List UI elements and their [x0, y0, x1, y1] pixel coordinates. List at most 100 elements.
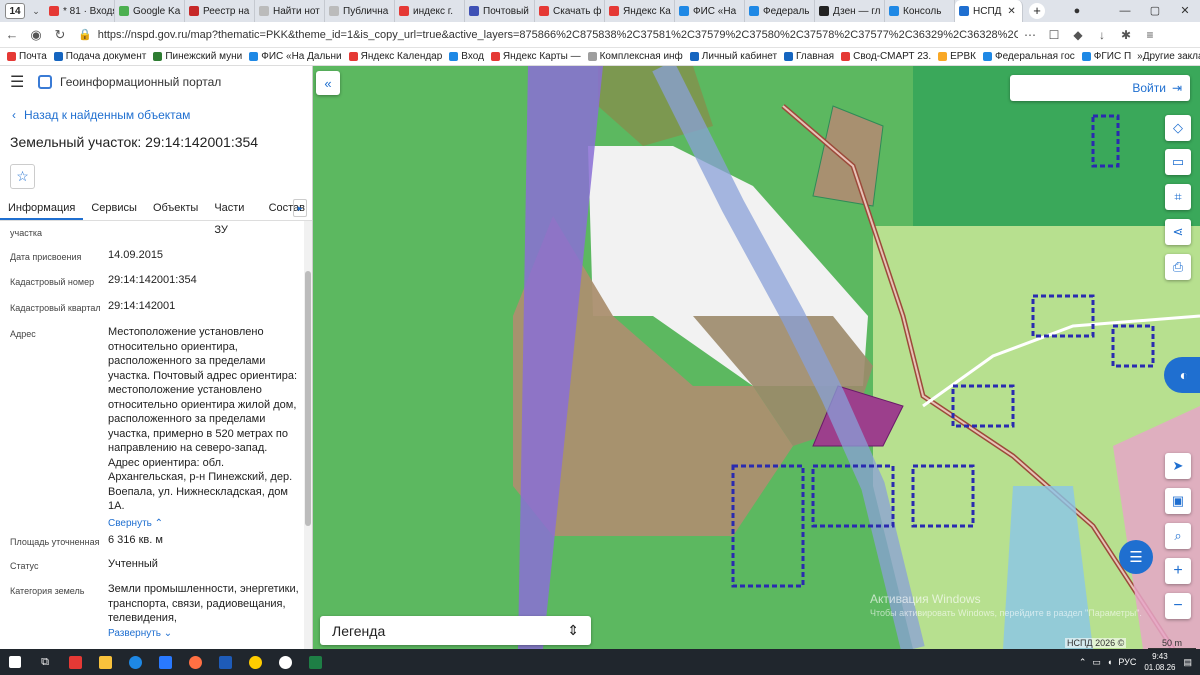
bookmark-item[interactable]: Подача документ [53, 51, 146, 62]
zoom-out-button[interactable]: − [1165, 593, 1191, 619]
tab-active[interactable]: НСПД ✕ [955, 0, 1023, 22]
maximize-icon[interactable]: ▢ [1140, 0, 1170, 22]
search-location-icon[interactable]: ⌕ [1165, 523, 1191, 549]
login-button[interactable]: Войти ⇥ [1010, 75, 1190, 101]
reload-icon[interactable]: ↻ [48, 27, 72, 43]
browser-tab[interactable]: Консоль [885, 0, 955, 22]
bookmark-item[interactable]: Яндекс Календар [348, 51, 442, 62]
portal-logo-icon [38, 75, 52, 89]
tray-chevron-icon[interactable]: ⌃ [1079, 657, 1087, 668]
browser-tab-bar: 14 ⌄ * 81 · Входя Google Ka Реестр на Найти… [0, 0, 1200, 22]
extension-icon[interactable]: ◆ [1066, 28, 1090, 42]
attribute-value: Земли промышленности, энергетики, трансп… [108, 582, 300, 641]
tab-list-chevron-icon[interactable]: ⌄ [27, 6, 45, 17]
bookmark-item[interactable]: ЕРВК [938, 51, 976, 62]
edge-icon[interactable] [120, 649, 150, 675]
windows-activation-title: Активация Windows [870, 592, 981, 606]
url-field[interactable]: 🔒 https://nspd.gov.ru/map?thematic=PKK&t… [78, 25, 1018, 45]
task-view-icon[interactable]: ⧉ [30, 649, 60, 675]
tabs-next-icon[interactable]: ▸ [293, 199, 307, 217]
browser-tab[interactable]: * 81 · Входя [45, 0, 115, 22]
bookmark-icon[interactable]: ☐ [1042, 28, 1066, 42]
start-icon[interactable] [0, 649, 30, 675]
back-to-results-link[interactable]: ‹ Назад к найденным объектам [12, 108, 312, 122]
menu-icon[interactable]: ≡ [1138, 28, 1162, 42]
bookmark-label: Федеральная гос [994, 51, 1075, 62]
collapse-link[interactable]: Свернуть ⌃ [108, 517, 300, 532]
browser-tab[interactable]: Яндекс Ка [605, 0, 675, 22]
bookmark-item[interactable]: Главная [784, 51, 834, 62]
browser-tab[interactable]: индекс г. [395, 0, 465, 22]
back-icon[interactable]: ← [0, 27, 24, 42]
print-icon[interactable]: ⎙ [1165, 254, 1191, 280]
notifications-icon[interactable]: ▤ [1183, 657, 1192, 668]
bookmark-item[interactable]: Пинежский муни [153, 51, 242, 62]
panel-scrollbar[interactable] [304, 221, 312, 649]
other-bookmarks[interactable]: Другие закладки [1143, 51, 1200, 62]
word-icon[interactable] [210, 649, 240, 675]
favorite-star-button[interactable]: ☆ [10, 164, 35, 189]
browser-tab[interactable]: Реестр на [185, 0, 255, 22]
portal-title: Геоинформационный портал [60, 75, 222, 89]
browser-tab[interactable]: Публична [325, 0, 395, 22]
basemap-icon[interactable]: ▣ [1165, 488, 1191, 514]
chat-icon[interactable]: ☰ [1119, 540, 1153, 574]
expand-link[interactable]: Развернуть ⌄ [108, 627, 300, 642]
browser-tab[interactable]: Скачать ф [535, 0, 605, 22]
bookmark-item[interactable]: Личный кабинет [689, 51, 777, 62]
side-logo-button[interactable]: ◐ [1164, 357, 1200, 393]
close-tab-icon[interactable]: ✕ [1007, 6, 1015, 17]
language-indicator[interactable]: РУС [1118, 657, 1136, 667]
yandex-browser-icon[interactable] [240, 649, 270, 675]
volume-icon[interactable]: ◖ [1107, 657, 1112, 667]
profile-icon[interactable]: ● [1062, 0, 1092, 22]
bookmark-item[interactable]: Комплексная инф [587, 51, 683, 62]
map-canvas[interactable]: « Войти ⇥ ◇ ▭ ⌗ ⋖ ⎙ ◐ ➤ ▣ ⌕ + − ☰ Актива… [313, 66, 1200, 649]
layers-icon[interactable]: ◇ [1165, 115, 1191, 141]
more-icon[interactable]: ⋯ [1018, 28, 1042, 42]
bookmark-item[interactable]: Почта [7, 51, 47, 62]
puzzle-icon[interactable]: ✱ [1114, 28, 1138, 42]
minimize-icon[interactable]: — [1110, 0, 1140, 22]
share-icon[interactable]: ⋖ [1165, 219, 1191, 245]
firefox-icon[interactable] [180, 649, 210, 675]
yandex-icon[interactable] [60, 649, 90, 675]
bookmark-item[interactable]: ФИС «На Дальни [249, 51, 342, 62]
bookmark-item[interactable]: ФГИС П [1081, 51, 1131, 62]
file-explorer-icon[interactable] [90, 649, 120, 675]
tab-count-badge[interactable]: 14 [5, 3, 25, 19]
close-window-icon[interactable]: ✕ [1170, 0, 1200, 22]
attribute-row: Дата присвоения 14.09.2015 [10, 248, 300, 264]
attribute-key: Кадастровый номер [10, 277, 95, 287]
clock[interactable]: 9:43 01.08.26 [1144, 651, 1175, 673]
browser-tab[interactable]: ФИС «На [675, 0, 745, 22]
bookmark-item[interactable]: Свод-СМАРТ 23. [841, 51, 931, 62]
browser-tab[interactable]: Google Ka [115, 0, 185, 22]
browser-tab[interactable]: Почтовый [465, 0, 535, 22]
bookmark-item[interactable]: Федеральная гос [982, 51, 1075, 62]
shield-icon[interactable]: ◉ [24, 27, 48, 43]
scrollbar-thumb[interactable] [305, 271, 311, 526]
bookmark-item[interactable]: Вход [449, 51, 484, 62]
tab-label: Публична [343, 5, 389, 17]
collapse-panel-button[interactable]: « [316, 71, 340, 95]
new-tab-button[interactable]: + [1029, 3, 1045, 19]
zoom-in-button[interactable]: + [1165, 558, 1191, 584]
bookmark-item[interactable]: Яндекс Карты — [490, 51, 581, 62]
ruler-icon[interactable]: ▭ [1165, 149, 1191, 175]
windows-taskbar: ⧉ ⌃ ▭ ◖ РУС 9:43 01.08.26 ▤ [0, 649, 1200, 675]
download-icon[interactable]: ↓ [1090, 28, 1114, 42]
app-icon[interactable] [270, 649, 300, 675]
browser-tab[interactable]: Федераль [745, 0, 815, 22]
legend-dropdown[interactable]: Легенда ⇕ [320, 616, 591, 645]
network-icon[interactable]: ▭ [1092, 657, 1101, 668]
tab-label: Найти нот [273, 5, 320, 17]
browser-tab[interactable]: Найти нот [255, 0, 325, 22]
browser-tab[interactable]: Дзен — гл [815, 0, 885, 22]
mail-icon[interactable] [150, 649, 180, 675]
geolocation-icon[interactable]: ➤ [1165, 453, 1191, 479]
select-area-icon[interactable]: ⌗ [1165, 184, 1191, 210]
excel-icon[interactable] [300, 649, 330, 675]
hamburger-menu-icon[interactable]: ☰ [10, 72, 32, 92]
attribute-value: Местоположение установлено относительно … [108, 325, 300, 531]
